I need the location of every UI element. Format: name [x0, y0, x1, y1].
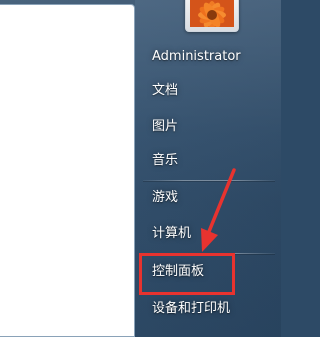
- control-panel-highlight-box: [139, 253, 235, 295]
- flower-avatar-icon: [190, 0, 234, 27]
- red-arrow-icon: [201, 168, 236, 252]
- user-avatar[interactable]: [185, 0, 239, 32]
- menu-item-pictures[interactable]: 图片: [143, 115, 273, 139]
- user-name-link[interactable]: Administrator: [143, 45, 273, 69]
- programs-pane[interactable]: [0, 4, 135, 337]
- menu-item-documents[interactable]: 文档: [143, 79, 273, 103]
- menu-item-devices-and-printers[interactable]: 设备和打印机: [143, 297, 273, 321]
